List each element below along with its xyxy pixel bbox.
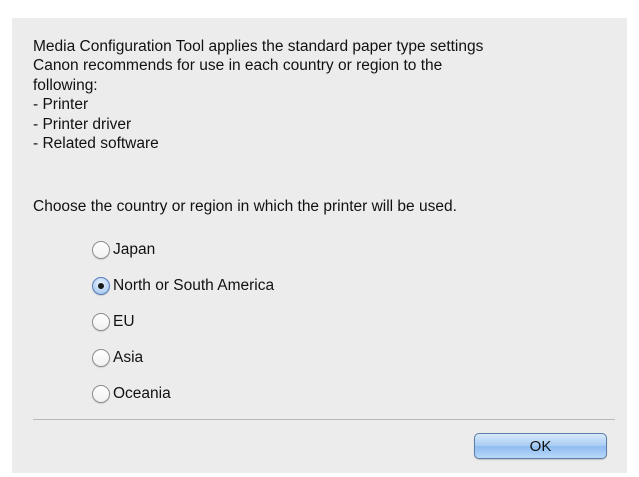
radio-label[interactable]: Oceania (113, 385, 171, 403)
ok-button[interactable]: OK (474, 433, 607, 459)
separator (33, 419, 615, 420)
radio-button-icon[interactable] (92, 349, 110, 367)
radio-label[interactable]: Japan (113, 241, 155, 259)
intro-list-item-printer: - Printer (33, 96, 89, 114)
intro-line: following: (33, 76, 98, 94)
radio-option-north-or-south-america[interactable]: North or South America (92, 268, 274, 304)
radio-option-oceania[interactable]: Oceania (92, 376, 274, 412)
radio-option-eu[interactable]: EU (92, 304, 274, 340)
radio-button-icon[interactable] (92, 241, 110, 259)
intro-list-item-related-software: - Related software (33, 135, 159, 153)
radio-dot-icon (98, 283, 104, 289)
radio-button-icon[interactable] (92, 385, 110, 403)
radio-label[interactable]: North or South America (113, 277, 274, 295)
intro-text: Media Configuration Tool applies the sta… (33, 37, 613, 153)
region-radio-group: Japan North or South America EU Asia Oce… (92, 232, 274, 412)
radio-option-japan[interactable]: Japan (92, 232, 274, 268)
radio-button-icon[interactable] (92, 277, 110, 295)
media-configuration-dialog: Media Configuration Tool applies the sta… (12, 18, 627, 473)
radio-option-asia[interactable]: Asia (92, 340, 274, 376)
region-prompt: Choose the country or region in which th… (33, 198, 457, 215)
intro-list-item-printer-driver: - Printer driver (33, 115, 132, 133)
radio-label[interactable]: EU (113, 313, 135, 331)
intro-line: Canon recommends for use in each country… (33, 57, 443, 75)
radio-button-icon[interactable] (92, 313, 110, 331)
intro-line: Media Configuration Tool applies the sta… (33, 38, 484, 55)
radio-label[interactable]: Asia (113, 349, 143, 367)
